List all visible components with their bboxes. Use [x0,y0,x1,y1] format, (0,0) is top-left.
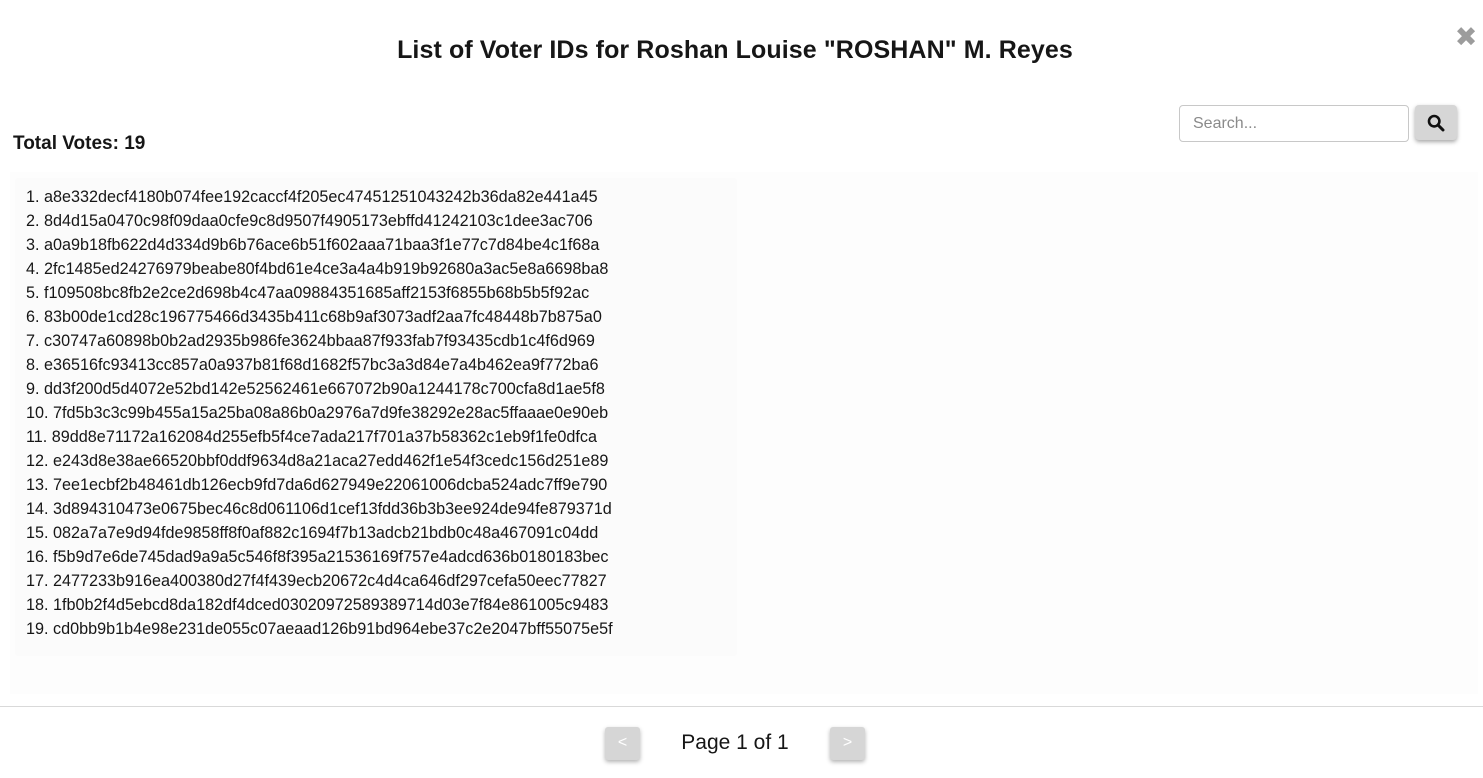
close-icon[interactable]: ✖ [1454,22,1478,52]
voter-id-item: 3. a0a9b18fb622d4d334d9b6b76ace6b51f602a… [26,236,600,254]
next-page-button[interactable]: > [830,727,865,760]
voter-ids-modal: List of Voter IDs for Roshan Louise "ROS… [0,0,1483,778]
voter-id-item: 18. 1fb0b2f4d5ebcd8da182df4dced030209725… [26,596,609,614]
voter-id-item: 13. 7ee1ecbf2b48461db126ecb9fd7da6d62794… [26,476,608,494]
prev-page-button[interactable]: < [605,727,640,760]
voter-id-item: 16. f5b9d7e6de745dad9a9a5c546f8f395a2153… [26,548,609,566]
search-button[interactable] [1415,105,1457,140]
voter-id-item: 1. a8e332decf4180b074fee192caccf4f205ec4… [26,188,598,206]
voter-id-list: 1. a8e332decf4180b074fee192caccf4f205ec4… [26,187,613,643]
voter-id-item: 2. 8d4d15a0470c98f09daa0cfe9c8d9507f4905… [26,212,593,230]
voter-id-item: 5. f109508bc8fb2e2ce2d698b4c47aa09884351… [26,284,590,302]
search-input[interactable] [1179,105,1409,142]
voter-id-item: 7. c30747a60898b0b2ad2935b986fe3624bbaa8… [26,332,595,350]
voter-id-item: 14. 3d894310473e0675bec46c8d061106d1cef1… [26,500,612,518]
voter-id-item: 11. 89dd8e71172a162084d255efb5f4ce7ada21… [26,428,598,446]
voter-id-item: 12. e243d8e38ae66520bbf0ddf9634d8a21aca2… [26,452,609,470]
voter-id-item: 19. cd0bb9b1b4e98e231de055c07aeaad126b91… [26,620,613,638]
voter-id-item: 6. 83b00de1cd28c196775466d3435b411c68b9a… [26,308,602,326]
footer-divider [0,706,1483,707]
search-icon [1427,114,1445,131]
modal-title: List of Voter IDs for Roshan Louise "ROS… [397,36,1073,64]
voter-id-item: 10. 7fd5b3c3c99b455a15a25ba08a86b0a2976a… [26,404,609,422]
voter-id-item: 4. 2fc1485ed24276979beabe80f4bd61e4ce3a4… [26,260,609,278]
voter-id-item: 17. 2477233b916ea400380d27f4f439ecb20672… [26,572,607,590]
voter-id-item: 9. dd3f200d5d4072e52bd142e52562461e66707… [26,380,605,398]
page-indicator: Page 1 of 1 [681,731,789,754]
voter-id-item: 8. e36516fc93413cc857a0a937b81f68d1682f5… [26,356,599,374]
total-votes: Total Votes: 19 [13,133,146,154]
voter-id-item: 15. 082a7a7e9d94fde9858ff8f0af882c1694f7… [26,524,599,542]
